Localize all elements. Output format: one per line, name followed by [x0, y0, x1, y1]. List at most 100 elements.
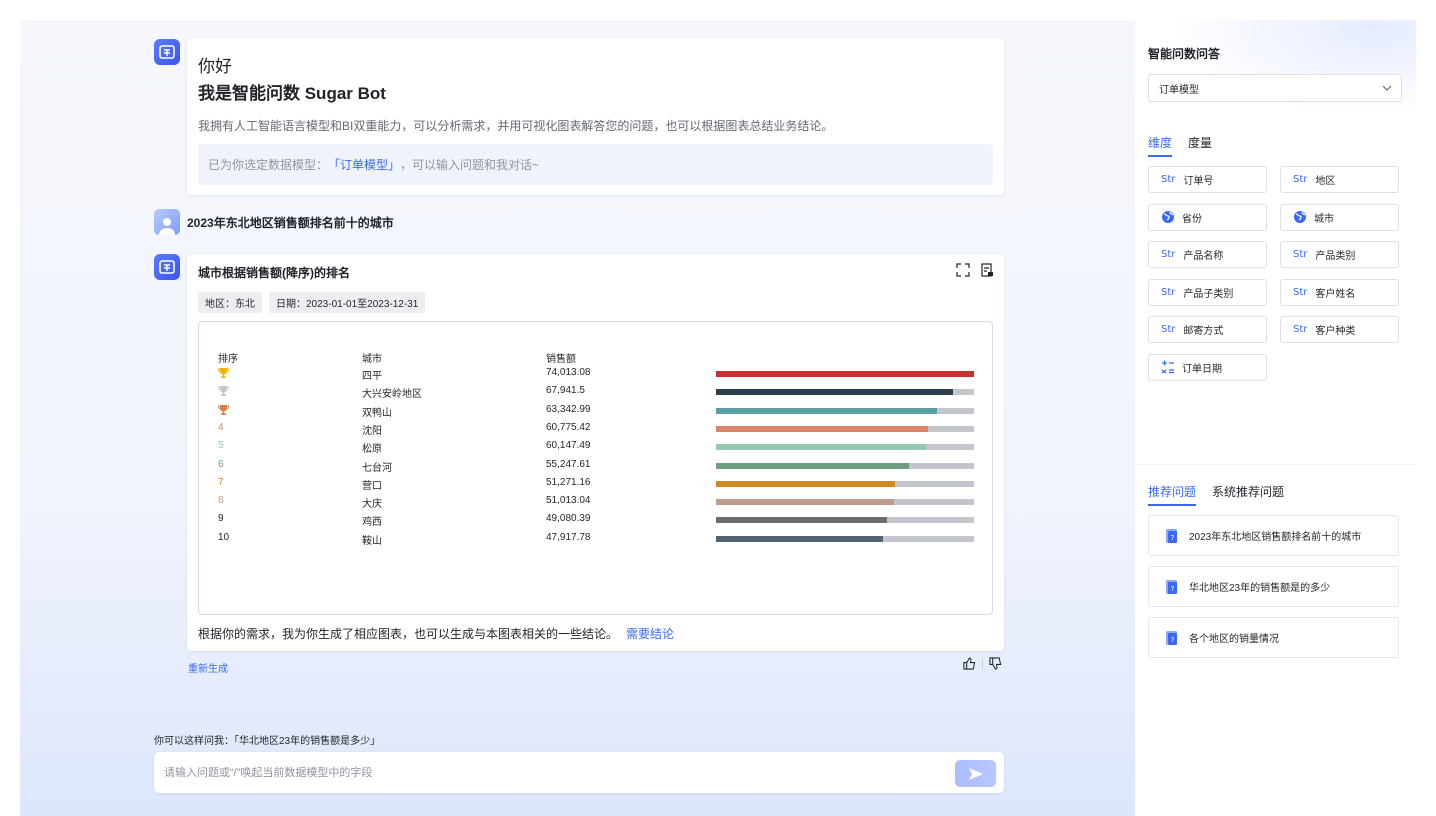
rank-cell	[218, 404, 238, 419]
recommended-question[interactable]: ? 2023年东北地区销售额排名前十的城市	[1148, 515, 1399, 556]
sales-bar-track	[716, 535, 974, 542]
bot-name: 我是智能问数 Sugar Bot	[198, 84, 386, 103]
thumbs-up-icon[interactable]	[963, 657, 976, 670]
city-cell: 大庆	[362, 499, 382, 511]
rank-cell: 8	[218, 495, 224, 507]
user-question: 2023年东北地区销售额排名前十的城市	[187, 216, 394, 230]
table-row: 四平 74,013.08	[199, 367, 992, 385]
regenerate-button[interactable]: 重新生成	[188, 660, 228, 675]
thumbs-down-icon[interactable]	[989, 657, 1002, 670]
trophy-icon	[218, 404, 229, 415]
question-input[interactable]	[154, 752, 944, 793]
side-title: 智能问数问答	[1148, 47, 1221, 61]
recommended-question-text: 华北地区23年的销售额是的多少	[1189, 583, 1331, 594]
field-item[interactable]: Str 产品子类别	[1148, 278, 1267, 306]
chat-area: 你好 我是智能问数 Sugar Bot 我拥有人工智能语言模型和BI双重能力，可…	[20, 20, 1135, 816]
recommended-question-text: 各个地区的销量情况	[1189, 634, 1279, 645]
sales-cell: 67,941.5	[546, 385, 585, 397]
sales-cell: 60,775.42	[546, 421, 591, 433]
field-label: 产品名称	[1183, 251, 1224, 262]
string-type-icon: Str	[1293, 174, 1308, 185]
sales-cell: 55,247.61	[546, 458, 591, 470]
question-doc-icon: ?	[1165, 579, 1179, 595]
sales-cell: 49,080.39	[546, 513, 591, 525]
table-row: 4 沈阳 60,775.42	[199, 422, 992, 440]
field-item[interactable]: Str 产品类别	[1280, 241, 1399, 268]
sales-bar-track	[716, 425, 974, 432]
string-type-icon: Str	[1293, 286, 1308, 298]
field-label: 城市	[1314, 213, 1334, 225]
field-item[interactable]: 城市	[1280, 203, 1399, 231]
send-button[interactable]	[955, 760, 996, 787]
welcome-card: 你好 我是智能问数 Sugar Bot 我拥有人工智能语言模型和BI双重能力，可…	[187, 38, 1004, 195]
filter-tag-region: 地区：东北	[198, 292, 262, 313]
city-cell: 沈阳	[362, 425, 382, 437]
tab-recommended[interactable]: 推荐问题	[1148, 483, 1197, 506]
rank-cell	[218, 367, 238, 382]
sales-bar-track	[716, 389, 974, 396]
fullscreen-icon[interactable]	[956, 263, 970, 277]
table-row: 9 鸡西 49,080.39	[199, 513, 992, 531]
sales-bar	[716, 371, 974, 377]
table-row: 6 七台河 55,247.61	[199, 459, 992, 477]
recommended-question[interactable]: ? 各个地区的销量情况	[1148, 617, 1399, 658]
field-label: 产品类别	[1315, 251, 1356, 262]
trophy-icon	[218, 386, 229, 397]
column-header-city: 城市	[362, 354, 382, 365]
sales-bar	[716, 444, 926, 451]
table-row: 8 大庆 51,013.04	[199, 495, 992, 513]
field-item[interactable]: Str 地区	[1280, 166, 1399, 193]
field-item[interactable]: 订单日期	[1148, 353, 1267, 381]
field-label: 客户姓名	[1315, 288, 1356, 300]
sales-bar	[716, 499, 894, 506]
field-item[interactable]: Str 订单号	[1148, 166, 1267, 193]
chart-title: 城市根据销售额(降序)的排名	[198, 266, 350, 280]
recommended-question[interactable]: ? 华北地区23年的销售额是的多少	[1148, 566, 1399, 607]
model-select[interactable]: 订单模型	[1148, 74, 1402, 102]
sales-bar-track	[716, 407, 974, 414]
model-link[interactable]: 「订单模型」	[328, 156, 400, 173]
feedback-buttons	[963, 657, 1002, 670]
city-cell: 营口	[362, 480, 382, 492]
recommend-tabs: 推荐问题 系统推荐问题	[1148, 483, 1284, 506]
city-cell: 鞍山	[362, 535, 382, 547]
string-type-icon: Str	[1161, 249, 1176, 260]
rank-cell: 9	[218, 513, 224, 525]
rank-cell: 5	[218, 440, 224, 452]
sales-bar-track	[716, 480, 974, 487]
chevron-down-icon	[1382, 85, 1392, 91]
tab-system-recommended[interactable]: 系统推荐问题	[1212, 483, 1284, 506]
table-row: 双鸭山 63,342.99	[199, 404, 992, 422]
model-notice-suffix: ，可以输入问题和我对话~	[400, 158, 540, 172]
need-conclusion-link[interactable]: 需要结论	[626, 627, 674, 641]
tab-measures[interactable]: 度量	[1188, 134, 1212, 157]
feedback-divider	[982, 658, 983, 669]
rank-cell: 4	[218, 421, 224, 433]
tab-dimensions[interactable]: 维度	[1148, 134, 1173, 157]
globe-icon	[1293, 210, 1307, 224]
field-label: 订单日期	[1182, 363, 1222, 375]
filter-tags: 地区：东北 日期：2023-01-01至2023-12-31	[198, 292, 426, 313]
field-item[interactable]: Str 产品名称	[1148, 241, 1267, 268]
field-label: 邮寄方式	[1183, 326, 1224, 337]
field-item[interactable]: 省份	[1148, 203, 1267, 231]
field-item[interactable]: Str 邮寄方式	[1148, 316, 1267, 343]
model-select-value: 订单模型	[1159, 84, 1199, 96]
field-label: 产品子类别	[1183, 288, 1234, 300]
table-row: 5 松原 60,147.49	[199, 440, 992, 458]
export-icon[interactable]	[980, 263, 994, 277]
field-item[interactable]: Str 客户种类	[1280, 316, 1399, 343]
string-type-icon: Str	[1161, 286, 1176, 298]
trophy-icon	[218, 368, 229, 378]
city-cell: 四平	[362, 371, 382, 382]
calculation-icon	[1161, 360, 1175, 374]
column-header-rank: 排序	[218, 354, 238, 365]
field-label: 省份	[1182, 213, 1202, 225]
sales-bar	[716, 389, 953, 396]
sales-bar	[716, 407, 937, 414]
model-notice: 已为你选定数据模型： 「订单模型」 ，可以输入问题和我对话~	[198, 144, 993, 185]
example-hint: 你可以这样问我：「华北地区23年的销售额是多少」	[154, 736, 381, 747]
city-cell: 鸡西	[362, 517, 382, 529]
sales-cell: 51,271.16	[546, 476, 591, 488]
field-item[interactable]: Str 客户姓名	[1280, 278, 1399, 306]
